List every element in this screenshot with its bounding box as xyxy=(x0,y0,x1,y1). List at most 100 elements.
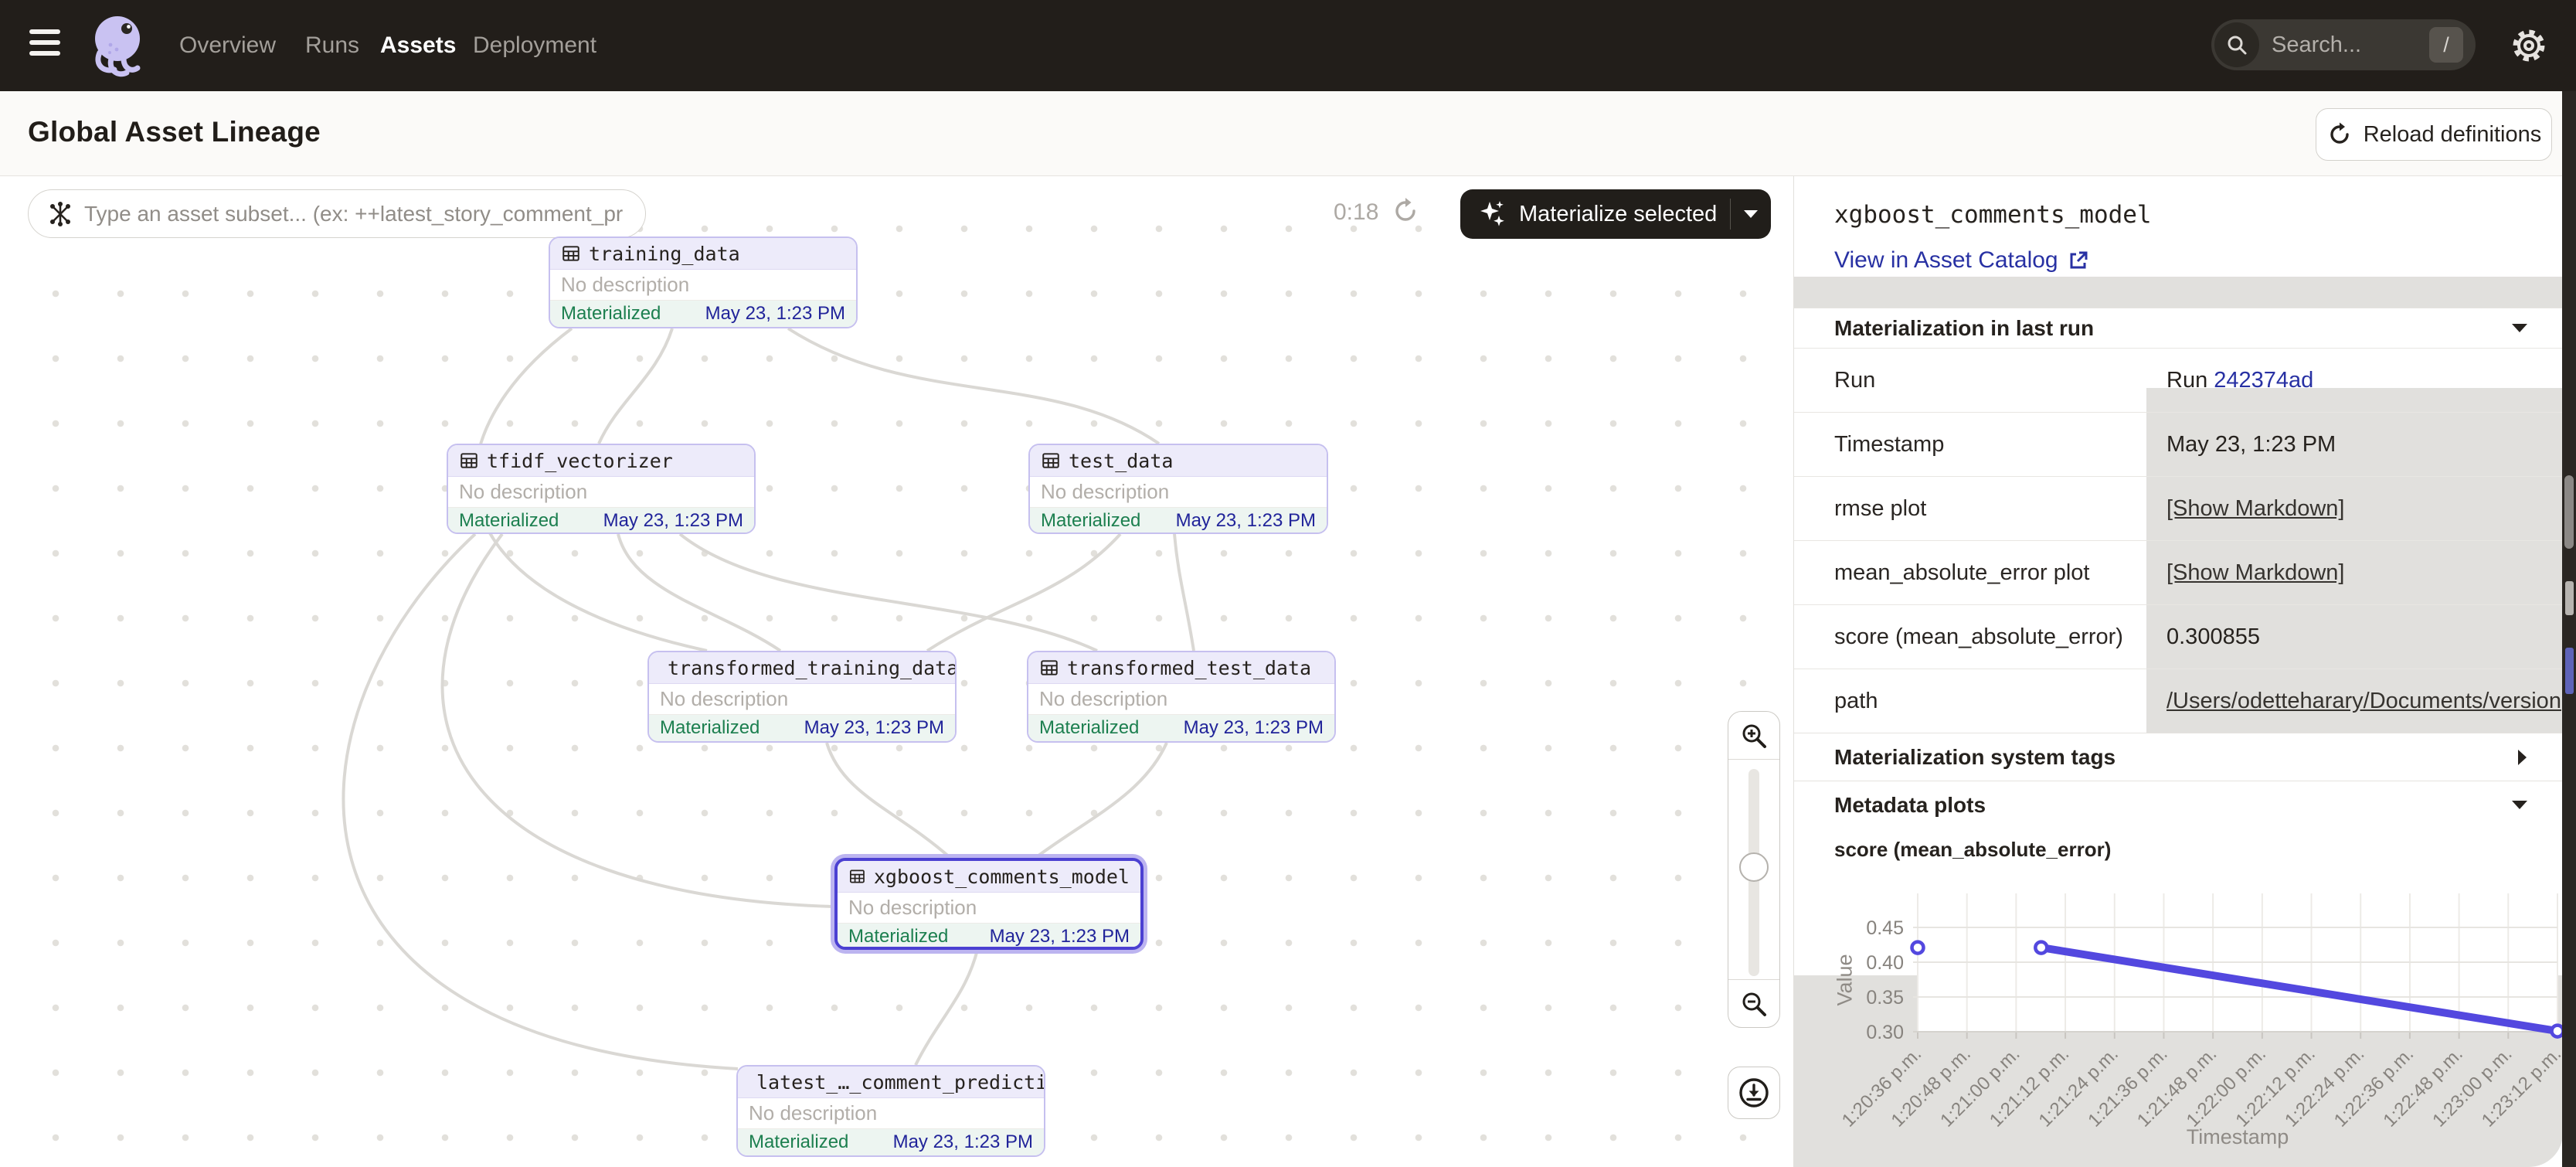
timer-refresh-icon[interactable] xyxy=(1391,196,1420,230)
table-row-run: Run Run 242374ad xyxy=(1794,348,2562,412)
nav-item-overview[interactable]: Overview xyxy=(179,0,276,91)
materialization-time[interactable]: May 23, 1:23 PM xyxy=(804,717,944,739)
scrollbar-thumb[interactable] xyxy=(2564,475,2574,549)
status-badge: Materialized xyxy=(848,926,948,948)
refresh-timer: 0:18 xyxy=(1334,199,1378,226)
asset-node-transformed-test-data[interactable]: transformed_test_data No description Mat… xyxy=(1027,651,1336,743)
sparkle-icon xyxy=(1477,199,1508,230)
table-row-score: score (mean_absolute_error) 0.300855 xyxy=(1794,604,2562,669)
asset-name: xgboost_comments_model xyxy=(874,866,1130,888)
materialize-selected-label: Materialize selected xyxy=(1519,202,1717,227)
asset-description: No description xyxy=(738,1098,1044,1129)
asset-filter-input[interactable] xyxy=(84,202,627,226)
table-row-mae-plot: mean_absolute_error plot [Show Markdown] xyxy=(1794,540,2562,604)
top-nav: Overview Runs Assets Deployment Search..… xyxy=(0,0,2576,91)
search-shortcut-badge: / xyxy=(2429,27,2463,63)
asset-name: transformed_training_data xyxy=(668,657,957,679)
nav-item-assets[interactable]: Assets xyxy=(380,0,456,91)
view-in-asset-catalog-link[interactable]: View in Asset Catalog xyxy=(1834,247,2089,274)
zoom-out-button[interactable] xyxy=(1728,979,1779,1027)
svg-text:0.45: 0.45 xyxy=(1866,917,1904,939)
refresh-icon xyxy=(2326,121,2353,148)
chevron-down-icon xyxy=(2510,322,2529,335)
asset-description: No description xyxy=(1030,477,1327,508)
loading-shimmer xyxy=(1794,277,2562,308)
global-search[interactable]: Search... / xyxy=(2211,19,2476,70)
scrollbar-mark xyxy=(2565,648,2574,694)
materialization-time[interactable]: May 23, 1:23 PM xyxy=(603,510,743,532)
status-badge: Materialized xyxy=(1041,510,1140,532)
external-link-icon xyxy=(2068,250,2089,271)
svg-text:0.40: 0.40 xyxy=(1866,952,1904,974)
settings-gear-icon[interactable] xyxy=(2510,26,2548,65)
menu-icon[interactable] xyxy=(29,29,63,62)
table-row-path: path /Users/odetteharary/Documents/versi… xyxy=(1794,669,2562,733)
status-badge: Materialized xyxy=(561,303,661,325)
asset-name: training_data xyxy=(589,243,740,265)
path-link[interactable]: /Users/odetteharary/Documents/version xyxy=(2166,689,2561,713)
table-icon xyxy=(848,866,866,886)
asset-filter-input-wrap xyxy=(28,189,646,238)
zoom-out-icon xyxy=(1739,989,1769,1019)
table-icon xyxy=(459,451,479,471)
search-placeholder: Search... xyxy=(2272,32,2429,58)
asset-selection-icon xyxy=(47,201,73,227)
search-icon xyxy=(2214,22,2259,67)
materialize-selected-button[interactable]: Materialize selected xyxy=(1460,189,1771,239)
chevron-right-icon xyxy=(2517,748,2529,767)
octopus-logo-icon xyxy=(80,8,150,83)
x-axis-title: Timestamp xyxy=(1918,1125,2557,1149)
section-materialization-last-run[interactable]: Materialization in last run xyxy=(1794,308,2562,348)
download-icon xyxy=(1737,1076,1771,1110)
score-value: 0.300855 xyxy=(2146,605,2562,669)
materialization-time[interactable]: May 23, 1:23 PM xyxy=(893,1131,1033,1153)
show-markdown-link[interactable]: [Show Markdown] xyxy=(2166,560,2345,585)
window-scrollbar[interactable] xyxy=(2562,91,2576,1167)
run-value: Run 242374ad xyxy=(2146,349,2562,413)
asset-node-transformed-training-data[interactable]: transformed_training_data No description… xyxy=(647,651,957,743)
status-badge: Materialized xyxy=(459,510,559,532)
asset-details-panel: xgboost_comments_model View in Asset Cat… xyxy=(1793,176,2562,1167)
asset-node-tfidf-vectorizer[interactable]: tfidf_vectorizer No description Material… xyxy=(447,444,756,534)
materialization-time[interactable]: May 23, 1:23 PM xyxy=(1176,510,1316,532)
nav-item-runs[interactable]: Runs xyxy=(305,0,359,91)
metadata-plot-title: score (mean_absolute_error) xyxy=(1834,838,2111,862)
show-markdown-link[interactable]: [Show Markdown] xyxy=(2166,496,2345,521)
panel-asset-title: xgboost_comments_model xyxy=(1834,201,2152,229)
status-badge: Materialized xyxy=(749,1131,848,1153)
download-graph-button[interactable] xyxy=(1728,1067,1780,1119)
section-materialization-system-tags[interactable]: Materialization system tags xyxy=(1794,733,2562,781)
table-row-rmse-plot: rmse plot [Show Markdown] xyxy=(1794,476,2562,540)
dagster-logo[interactable] xyxy=(80,8,150,87)
asset-description: No description xyxy=(838,893,1140,924)
nav-item-deployment[interactable]: Deployment xyxy=(473,0,596,91)
scrollbar-mark xyxy=(2565,581,2574,615)
asset-node-test-data[interactable]: test_data No description MaterializedMay… xyxy=(1028,444,1328,534)
asset-name: transformed_test_data xyxy=(1067,657,1311,679)
y-axis-title: Value xyxy=(1833,954,1857,1005)
status-badge: Materialized xyxy=(1039,717,1139,739)
asset-description: No description xyxy=(1028,684,1334,715)
reload-definitions-button[interactable]: Reload definitions xyxy=(2316,108,2552,161)
materialize-dropdown-caret[interactable] xyxy=(1731,209,1771,219)
section-metadata-plots[interactable]: Metadata plots xyxy=(1794,781,2562,828)
page-header: Global Asset Lineage Reload definitions xyxy=(0,91,2576,176)
asset-name: latest_…_comment_predictions xyxy=(756,1071,1045,1094)
zoom-in-icon xyxy=(1739,721,1769,750)
materialization-time[interactable]: May 23, 1:23 PM xyxy=(1184,717,1324,739)
asset-graph-canvas[interactable]: 0:18 Materialize selected training_data xyxy=(0,176,1793,1167)
asset-description: No description xyxy=(550,270,856,301)
zoom-in-button[interactable] xyxy=(1728,712,1779,760)
asset-node-latest-comment-predictions[interactable]: latest_…_comment_predictions No descript… xyxy=(736,1065,1045,1157)
asset-description: No description xyxy=(649,684,955,715)
svg-text:0.35: 0.35 xyxy=(1866,987,1904,1009)
asset-node-training-data[interactable]: training_data No description Materialize… xyxy=(549,236,858,328)
materialization-time[interactable]: May 23, 1:23 PM xyxy=(705,303,845,325)
loading-shimmer xyxy=(2146,388,2562,413)
page-title: Global Asset Lineage xyxy=(28,116,321,148)
materialization-time[interactable]: May 23, 1:23 PM xyxy=(990,926,1130,948)
chevron-down-icon xyxy=(2510,799,2529,811)
asset-node-xgboost-comments-model[interactable]: xgboost_comments_model No description Ma… xyxy=(834,858,1144,950)
zoom-controls xyxy=(1728,711,1780,1028)
zoom-slider-knob[interactable] xyxy=(1739,852,1769,882)
